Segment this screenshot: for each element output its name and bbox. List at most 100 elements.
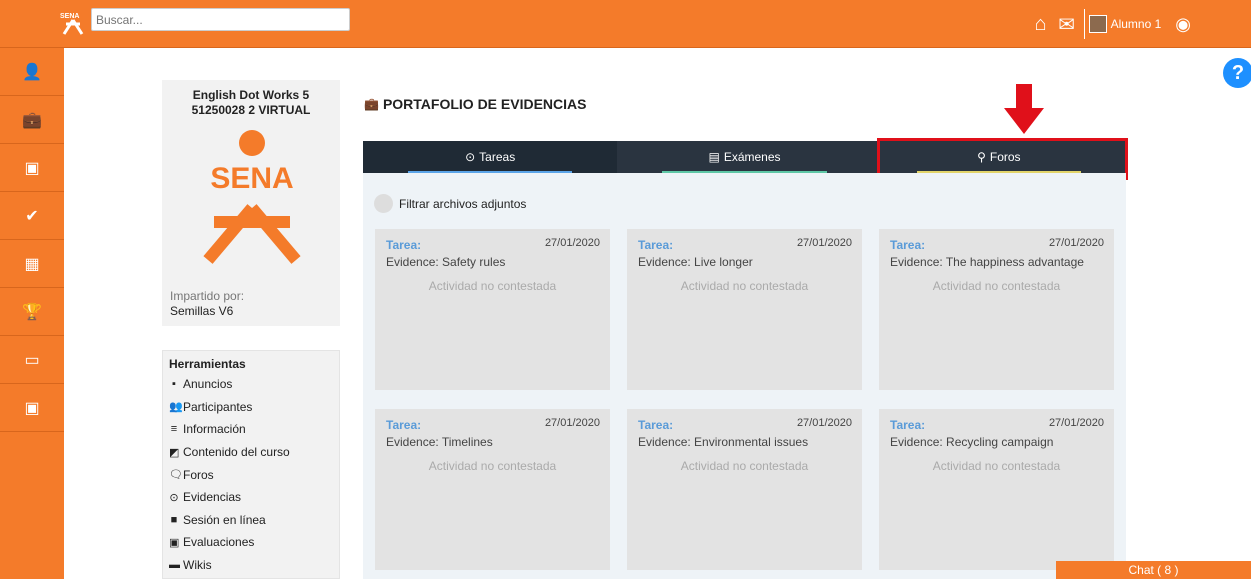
question-icon: ? xyxy=(1231,61,1245,84)
instructor-label: Impartido por: xyxy=(170,289,245,303)
divider xyxy=(1083,9,1085,39)
course-title: English Dot Works 5 51250028 2 VIRTUAL xyxy=(162,88,340,118)
card-name: Evidence: Safety rules xyxy=(386,255,506,269)
card-name: Evidence: Timelines xyxy=(386,435,493,449)
left-sidebar: 👤 💼 ▣ ✔ ▦ 🏆 ▭ ▣ xyxy=(0,48,64,579)
top-right-bar: ⌂ ✉ Alumno 1 ◉ xyxy=(1028,0,1251,48)
tool-item-evidencias[interactable]: ⊙ Evidencias xyxy=(169,486,333,509)
card-name: Evidence: Recycling campaign xyxy=(890,435,1054,449)
tab-examenes[interactable]: ▤ Exámenes xyxy=(617,141,872,174)
tool-label: Wikis xyxy=(183,558,212,573)
card-type: Tarea: xyxy=(386,418,422,432)
clock-icon: ⊙ xyxy=(169,491,179,504)
sidebar-item-calendar[interactable]: ▦ xyxy=(0,240,64,288)
eye-icon[interactable]: ◉ xyxy=(1175,14,1191,35)
tool-label: Anuncios xyxy=(183,377,233,392)
tool-label: Información xyxy=(183,422,246,437)
red-arrow-icon xyxy=(1004,84,1044,134)
sidebar-item-grid[interactable]: ▣ xyxy=(0,144,64,192)
tab-label: Exámenes xyxy=(723,150,781,164)
course-card: English Dot Works 5 51250028 2 VIRTUAL S… xyxy=(162,80,340,326)
page-title: 💼 PORTAFOLIO DE EVIDENCIAS xyxy=(364,96,587,112)
card-status: Actividad no contestada xyxy=(428,459,557,473)
tools-panel: Herramientas ▪ Anuncios 👥 Participantes ≡ I… xyxy=(162,350,340,579)
tool-label: Foros xyxy=(183,467,214,482)
card-date: 27/01/2020 xyxy=(796,237,852,249)
sena-logo-icon[interactable]: SENA xyxy=(58,8,88,38)
evidence-card[interactable]: Tarea: 27/01/2020 Evidence: Recycling ca… xyxy=(879,409,1114,570)
evaluation-icon: ▣ xyxy=(169,536,180,549)
card-status: Actividad no contestada xyxy=(932,459,1061,473)
tool-item-anuncios[interactable]: ▪ Anuncios xyxy=(169,373,333,396)
tool-item-foros[interactable]: 🗨 Foros xyxy=(169,463,333,486)
card-date: 27/01/2020 xyxy=(1048,417,1104,429)
card-status: Actividad no contestada xyxy=(932,279,1061,293)
tool-item-wikis[interactable]: ▬ Wikis xyxy=(169,554,333,577)
tool-label: Sesión en línea xyxy=(183,512,266,527)
tool-item-informacion[interactable]: ≡ Información xyxy=(169,418,333,441)
card-date: 27/01/2020 xyxy=(1048,237,1104,249)
card-type: Tarea: xyxy=(638,238,674,252)
tool-item-contenido[interactable]: ◩ Contenido del curso xyxy=(169,441,333,464)
tool-label: Participantes xyxy=(183,399,253,414)
sidebar-item-grid-2[interactable]: ▣ xyxy=(0,384,64,432)
top-bar: SENA ⌂ ✉ Alumno 1 ◉ xyxy=(0,0,1251,48)
avatar[interactable] xyxy=(1088,15,1107,33)
sidebar-item-inbox[interactable]: ▭ xyxy=(0,336,64,384)
sidebar-item-briefcase[interactable]: 💼 xyxy=(0,96,64,144)
briefcase-icon: 💼 xyxy=(364,97,379,111)
card-type: Tarea: xyxy=(890,238,926,252)
svg-text:SENA: SENA xyxy=(60,13,79,20)
card-type: Tarea: xyxy=(890,418,926,432)
instructor-name: Semillas V6 xyxy=(170,304,234,318)
card-name: Evidence: Environmental issues xyxy=(638,435,809,449)
calendar-grid-icon: ▣ xyxy=(24,159,40,177)
tools-title: Herramientas xyxy=(169,357,246,371)
sidebar-item-trophy[interactable]: 🏆 xyxy=(0,288,64,336)
evidence-card[interactable]: Tarea: 27/01/2020 Evidence: Safety rules… xyxy=(375,229,610,390)
card-date: 27/01/2020 xyxy=(796,417,852,429)
calendar-icon: ▦ xyxy=(24,255,40,273)
search-input[interactable] xyxy=(91,8,350,31)
mail-icon[interactable]: ✉ xyxy=(1054,12,1080,37)
forum-icon: 🗨 xyxy=(169,469,183,482)
evidence-card[interactable]: Tarea: 27/01/2020 Evidence: The happines… xyxy=(879,229,1114,390)
help-button[interactable]: ? xyxy=(1223,58,1251,88)
document-icon: ▤ xyxy=(708,150,720,164)
home-icon[interactable]: ⌂ xyxy=(1028,13,1054,36)
evidence-card[interactable]: Tarea: 27/01/2020 Evidence: Timelines Ac… xyxy=(375,409,610,570)
card-type: Tarea: xyxy=(638,418,674,432)
announcement-icon: ▪ xyxy=(172,378,176,391)
check-circle-icon: ✔ xyxy=(25,207,39,225)
sidebar-item-profile[interactable]: 👤 xyxy=(0,48,64,96)
tool-item-sesion[interactable]: ■ Sesión en línea xyxy=(169,509,333,532)
tool-label: Contenido del curso xyxy=(183,445,290,460)
card-status: Actividad no contestada xyxy=(680,459,809,473)
tool-label: Evidencias xyxy=(183,490,242,505)
user-icon: 👤 xyxy=(22,63,42,81)
tool-item-evaluaciones[interactable]: ▣ Evaluaciones xyxy=(169,531,333,554)
inbox-icon: ▭ xyxy=(24,351,40,369)
filter-label: Filtrar archivos adjuntos xyxy=(399,196,527,211)
user-name[interactable]: Alumno 1 xyxy=(1111,17,1162,31)
card-name: Evidence: The happiness advantage xyxy=(890,255,1084,269)
logo-text: SENA xyxy=(210,162,293,195)
list-icon: ≡ xyxy=(170,423,178,436)
course-code: 51250028 2 VIRTUAL xyxy=(191,103,311,117)
course-name: English Dot Works 5 xyxy=(192,88,310,102)
tool-item-participantes[interactable]: 👥 Participantes xyxy=(169,396,333,419)
sidebar-item-check[interactable]: ✔ xyxy=(0,192,64,240)
chat-button[interactable]: Chat ( 8 ) xyxy=(1056,561,1251,579)
briefcase-icon: 💼 xyxy=(22,111,42,129)
content-icon: ◩ xyxy=(169,446,180,459)
bookmark-icon: ▬ xyxy=(169,559,180,572)
filter-toggle[interactable]: Filtrar archivos adjuntos xyxy=(374,194,526,213)
card-status: Actividad no contestada xyxy=(680,279,809,293)
toggle-switch[interactable] xyxy=(374,194,393,213)
evidence-card[interactable]: Tarea: 27/01/2020 Evidence: Live longer … xyxy=(627,229,862,390)
tool-label: Evaluaciones xyxy=(183,535,255,550)
tab-tareas[interactable]: ⊙ Tareas xyxy=(363,141,618,174)
evidence-card[interactable]: Tarea: 27/01/2020 Evidence: Environmenta… xyxy=(627,409,862,570)
card-status: Actividad no contestada xyxy=(428,279,557,293)
video-icon: ■ xyxy=(170,513,178,526)
